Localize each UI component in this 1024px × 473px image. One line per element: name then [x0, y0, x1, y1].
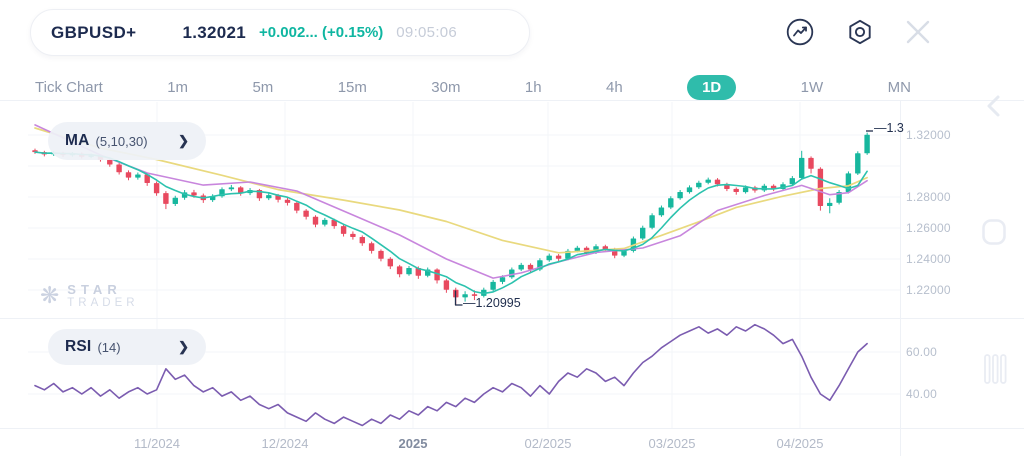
watermark-line1: STAR [67, 282, 138, 297]
axis-label: 1.32000 [906, 128, 951, 142]
time-axis-label: 02/2025 [508, 436, 588, 451]
axis-label: 1.26000 [906, 221, 951, 235]
last-price-annotation: —1.32 [874, 121, 904, 135]
chevron-right-icon: ❯ [178, 133, 189, 149]
trading-chart-app: { "topbar": { "symbol": "GBPUSD+", "pric… [0, 0, 1024, 473]
time-axis-label: 03/2025 [632, 436, 712, 451]
collapse-chevron-icon[interactable] [984, 94, 1004, 118]
main-chart-canvas[interactable] [0, 0, 1024, 473]
ma-indicator-params: (5,10,30) [96, 134, 148, 149]
time-axis-label: 04/2025 [760, 436, 840, 451]
chevron-right-icon: ❯ [178, 339, 189, 355]
rsi-indicator-name: RSI [65, 338, 91, 356]
time-axis-label: 12/2024 [245, 436, 325, 451]
watermark-line2: TRADER [67, 297, 138, 309]
axis-label: 1.22000 [906, 283, 951, 297]
axis-label: 1.24000 [906, 252, 951, 266]
axis-label: 40.00 [906, 387, 937, 401]
star-logo-icon: ❋ [40, 284, 59, 307]
time-axis-label: 2025 [373, 436, 453, 451]
resize-handle-icon[interactable] [983, 353, 1007, 385]
low-price-annotation: —1.20995 [463, 296, 521, 310]
rsi-indicator-pill[interactable]: RSI (14) ❯ [48, 329, 206, 365]
axis-label: 1.28000 [906, 190, 951, 204]
ma-indicator-pill[interactable]: MA (5,10,30) ❯ [48, 122, 206, 160]
broker-watermark: ❋ STAR TRADER [40, 282, 139, 309]
time-axis-label: 11/2024 [117, 436, 197, 451]
axis-label: 60.00 [906, 345, 937, 359]
rsi-indicator-params: (14) [97, 340, 120, 355]
ma-indicator-name: MA [65, 132, 90, 150]
panel-toggle-icon[interactable] [981, 218, 1007, 246]
